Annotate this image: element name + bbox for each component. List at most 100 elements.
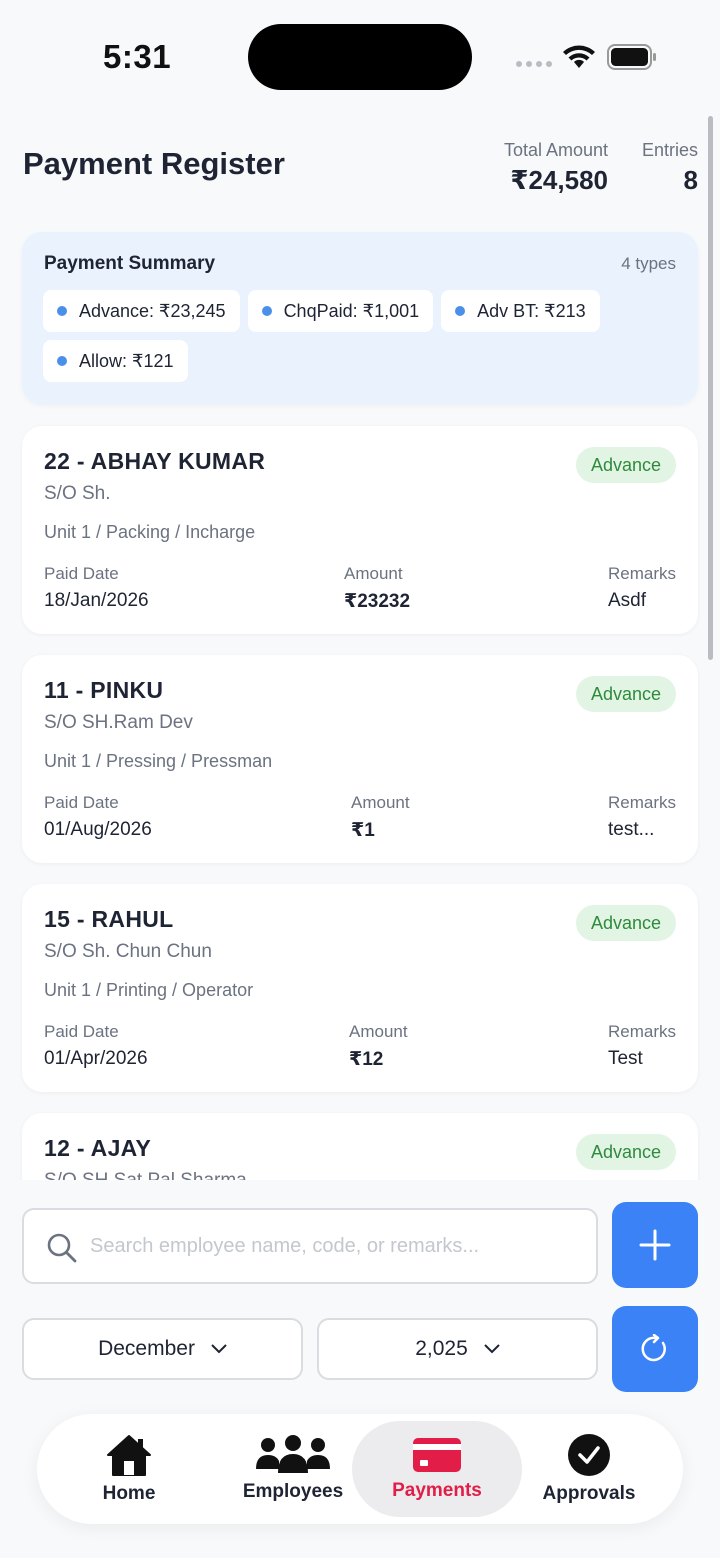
status-time: 5:31: [103, 38, 172, 75]
amount-value: ₹1: [351, 820, 375, 841]
chevron-down-icon: [484, 1344, 500, 1354]
remarks-column: Remarks Test: [608, 1022, 676, 1070]
scroll-indicator[interactable]: [708, 116, 713, 660]
employee-department: Unit 1 / Printing / Operator: [44, 980, 254, 1000]
summary-title: Payment Summary: [44, 253, 216, 274]
refresh-icon: [641, 1334, 666, 1362]
payment-summary-card: Payment Summary 4 types Advance: ₹23,245…: [22, 232, 698, 404]
check-circle-icon: [568, 1434, 610, 1476]
tab-home[interactable]: Home: [67, 1421, 191, 1517]
entries-value: 8: [683, 165, 698, 195]
search-input[interactable]: [90, 1228, 580, 1264]
search-box[interactable]: [22, 1208, 598, 1284]
payment-type-badge: Advance: [575, 1134, 676, 1170]
employee-father-name: S/O SH.Ram Dev: [44, 712, 193, 733]
remarks-label: Remarks: [607, 564, 676, 583]
amount-label: Amount: [351, 793, 410, 812]
remarks-label: Remarks: [607, 1022, 676, 1041]
credit-card-icon: [413, 1438, 461, 1472]
dynamic-island: [248, 24, 472, 90]
total-amount-value: ₹24,580: [510, 165, 608, 195]
summary-chip-chqpaid: ChqPaid: ₹1,001: [247, 290, 434, 332]
payment-type-badge: Advance: [575, 905, 676, 941]
paid-date-label: Paid Date: [44, 793, 119, 812]
paid-date-column: Paid Date 01/Aug/2026: [44, 793, 152, 841]
amount-label: Amount: [349, 1022, 408, 1041]
cellular-signal-icon: [516, 61, 552, 67]
remarks-label: Remarks: [607, 793, 676, 812]
dot-icon: [57, 306, 67, 316]
paid-date-value: 18/Jan/2026: [44, 590, 149, 611]
employee-name: 11 - PINKU: [44, 677, 164, 703]
payment-entry-card[interactable]: 11 - PINKU Advance S/O SH.Ram Dev Unit 1…: [22, 655, 698, 863]
remarks-column: Remarks test...: [608, 793, 676, 841]
remarks-value: test...: [607, 819, 655, 840]
chevron-down-icon: [211, 1344, 227, 1354]
status-bar: 5:31: [0, 0, 720, 110]
paid-date-label: Paid Date: [44, 1022, 119, 1041]
dot-icon: [261, 306, 272, 316]
dot-icon: [455, 306, 466, 316]
employee-name: 22 - ABHAY KUMAR: [44, 448, 266, 474]
month-select[interactable]: December: [22, 1318, 303, 1380]
summary-chip-label: Advance: ₹23,245: [79, 300, 226, 321]
bottom-controls-panel: December 2,025 Home: [0, 1180, 720, 1558]
payment-type-badge: Advance: [575, 447, 676, 483]
page-title: Payment Register: [23, 146, 285, 181]
summary-chips: Advance: ₹23,245 ChqPaid: ₹1,001 Adv BT:…: [43, 290, 683, 382]
total-amount-label: Total Amount: [503, 140, 608, 160]
summary-type-count: 4 types: [621, 254, 676, 273]
search-icon: [47, 1233, 77, 1263]
year-select[interactable]: 2,025: [317, 1318, 598, 1380]
summary-chip-advance: Advance: ₹23,245: [43, 290, 240, 332]
employee-department: Unit 1 / Packing / Incharge: [44, 522, 256, 542]
battery-icon: [607, 44, 656, 70]
wifi-icon: [563, 45, 595, 68]
refresh-button[interactable]: [612, 1306, 698, 1392]
amount-column: Amount ₹1: [351, 793, 410, 842]
entries-stat: Entries 8: [642, 140, 698, 196]
paid-date-value: 01/Apr/2026: [44, 1048, 148, 1069]
amount-column: Amount ₹12: [349, 1022, 408, 1071]
summary-chip-label: Allow: ₹121: [79, 350, 174, 371]
tab-payments[interactable]: Payments: [352, 1421, 522, 1517]
employee-department: Unit 1 / Pressing / Pressman: [44, 751, 273, 771]
year-select-value: 2,025: [415, 1337, 468, 1360]
paid-date-column: Paid Date 01/Apr/2026: [44, 1022, 148, 1070]
month-select-value: December: [98, 1337, 195, 1360]
paid-date-value: 01/Aug/2026: [44, 819, 152, 840]
entries-label: Entries: [641, 140, 698, 160]
dot-icon: [57, 356, 67, 366]
employee-name: 15 - RAHUL: [44, 906, 174, 932]
paid-date-column: Paid Date 18/Jan/2026: [44, 564, 149, 612]
summary-chip-allow: Allow: ₹121: [43, 340, 188, 382]
tab-approvals[interactable]: Approvals: [521, 1421, 657, 1517]
employee-father-name: S/O Sh. Chun Chun: [44, 941, 212, 962]
bottom-tab-bar: Home Employees Payments Approvals: [37, 1414, 683, 1524]
plus-icon: [639, 1229, 671, 1261]
payment-type-badge: Advance: [575, 676, 676, 712]
summary-chip-label: ChqPaid: ₹1,001: [283, 300, 420, 321]
tab-label: Payments: [392, 1480, 482, 1501]
amount-column: Amount ₹23232: [344, 564, 410, 613]
remarks-value: Test: [607, 1048, 643, 1069]
remarks-column: Remarks Asdf: [608, 564, 676, 612]
tab-label: Employees: [242, 1481, 344, 1502]
tab-label: Home: [102, 1483, 156, 1504]
amount-value: ₹23232: [344, 591, 411, 612]
add-payment-button[interactable]: [612, 1202, 698, 1288]
employee-name: 12 - AJAY: [44, 1135, 152, 1161]
home-icon: [107, 1435, 151, 1476]
users-icon: [256, 1435, 330, 1473]
payment-entry-card[interactable]: 22 - ABHAY KUMAR Advance S/O Sh. Unit 1 …: [22, 426, 698, 634]
summary-chip-adv-bt: Adv BT: ₹213: [441, 290, 600, 332]
payment-entry-card[interactable]: 15 - RAHUL Advance S/O Sh. Chun Chun Uni…: [22, 884, 698, 1092]
summary-chip-label: Adv BT: ₹213: [477, 300, 586, 321]
amount-label: Amount: [344, 564, 403, 583]
total-amount-stat: Total Amount ₹24,580: [504, 140, 608, 196]
tab-employees[interactable]: Employees: [217, 1421, 369, 1517]
tab-label: Approvals: [542, 1483, 636, 1504]
paid-date-label: Paid Date: [44, 564, 119, 583]
amount-value: ₹12: [349, 1049, 384, 1070]
employee-father-name: S/O Sh.: [44, 483, 111, 504]
